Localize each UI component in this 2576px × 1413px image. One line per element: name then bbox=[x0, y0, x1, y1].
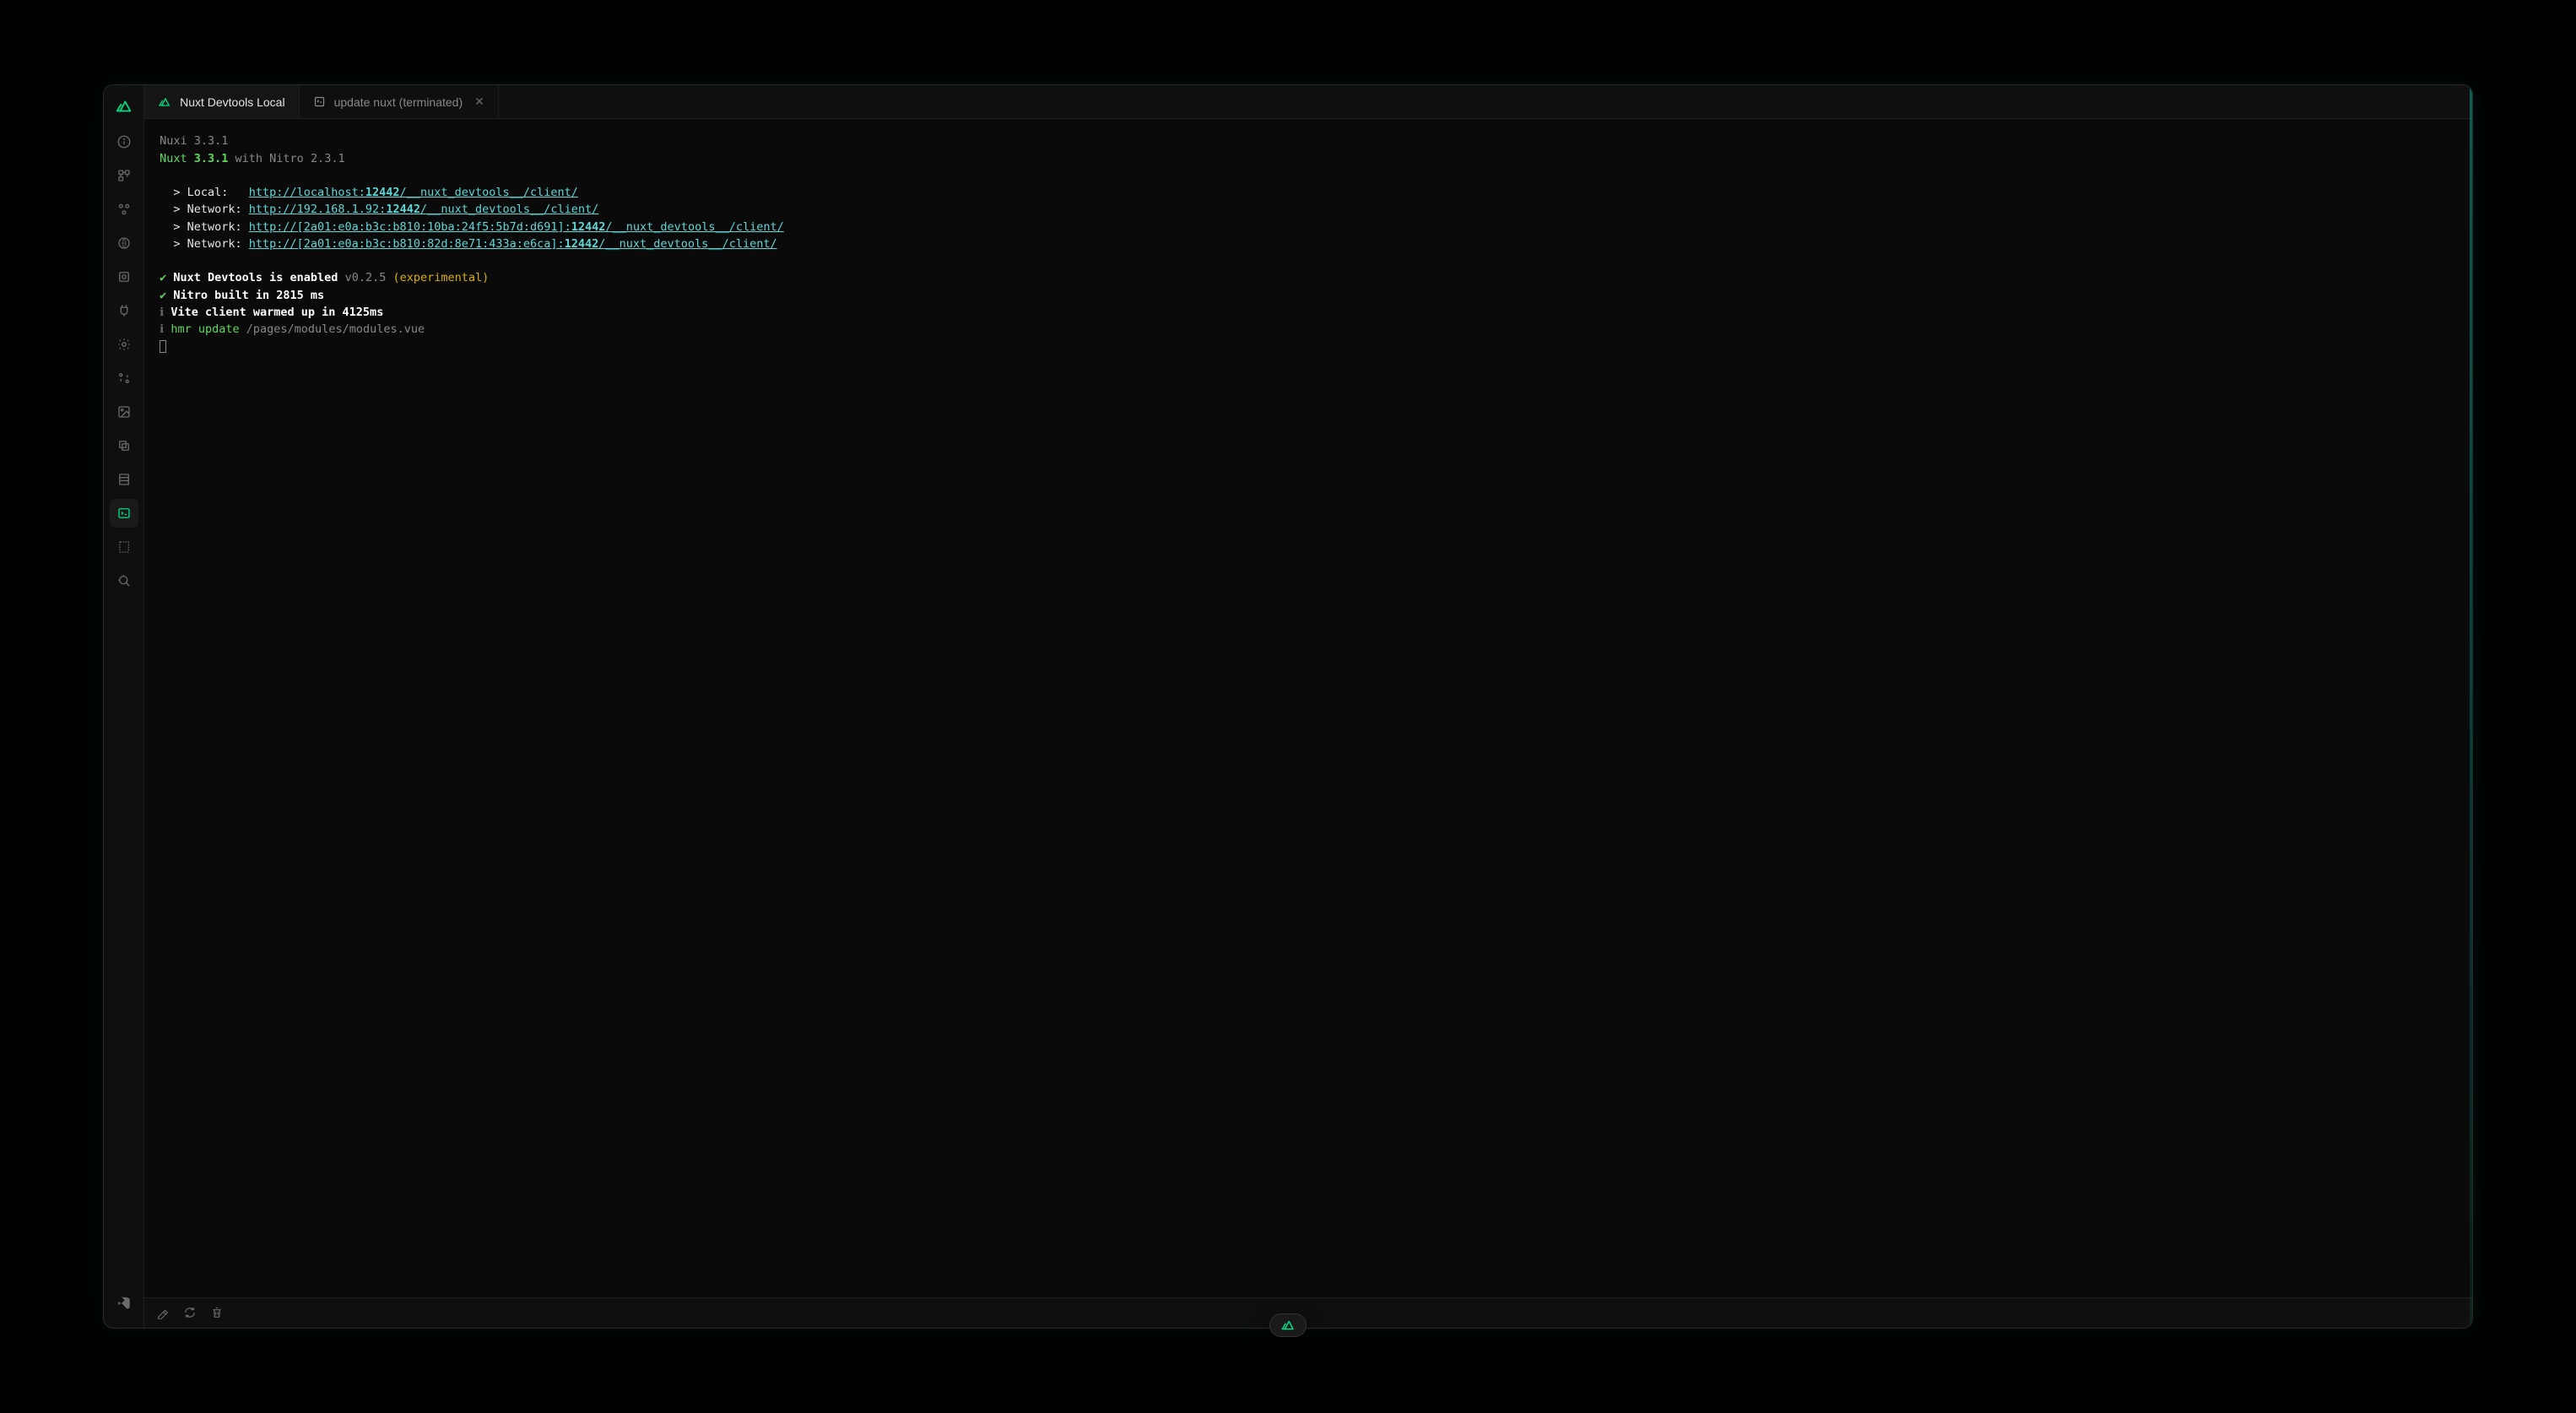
terminal-line: ℹ hmr update /pages/modules/modules.vue bbox=[160, 321, 2457, 338]
sidebar-assets[interactable] bbox=[110, 398, 138, 426]
sidebar-pages[interactable] bbox=[110, 161, 138, 190]
main-panel: Nuxt Devtools Local update nuxt (termina… bbox=[144, 85, 2472, 1327]
terminal-url-line: > Network: http://[2a01:e0a:b3c:b810:82d… bbox=[160, 236, 2457, 252]
sidebar-hooks[interactable] bbox=[110, 330, 138, 359]
terminal-url-line: > Network: http://192.168.1.92:12442/__n… bbox=[160, 201, 2457, 218]
sidebar-virtual-files[interactable] bbox=[110, 533, 138, 561]
terminal-url-line: > Network: http://[2a01:e0a:b3c:b810:10b… bbox=[160, 219, 2457, 236]
sidebar-info[interactable] bbox=[110, 127, 138, 156]
terminal-url-line: > Local: http://localhost:12442/__nuxt_d… bbox=[160, 184, 2457, 201]
terminal-square-icon bbox=[313, 95, 326, 108]
url-link[interactable]: http://[2a01:e0a:b3c:b810:82d:8e71:433a:… bbox=[249, 237, 777, 251]
sidebar-payload[interactable] bbox=[110, 364, 138, 392]
tabs-bar: Nuxt Devtools Local update nuxt (termina… bbox=[144, 85, 2472, 119]
nuxt-floating-badge[interactable] bbox=[1269, 1313, 1307, 1337]
terminal-footer bbox=[144, 1297, 2472, 1328]
tab-nuxt-devtools-local[interactable]: Nuxt Devtools Local bbox=[144, 85, 300, 118]
sidebar-plugins[interactable] bbox=[110, 296, 138, 325]
terminal-cursor bbox=[160, 338, 2457, 355]
tab-update-nuxt[interactable]: update nuxt (terminated) ✕ bbox=[300, 85, 499, 118]
tab-label: update nuxt (terminated) bbox=[334, 95, 463, 109]
terminal-line: Nuxt 3.3.1 with Nitro 2.3.1 bbox=[160, 150, 2457, 167]
terminal-line: Nuxi 3.3.1 bbox=[160, 133, 2457, 149]
sidebar-terminals[interactable] bbox=[110, 499, 138, 528]
sidebar-vscode[interactable] bbox=[110, 1289, 138, 1318]
devtools-frame: Nuxt Devtools Local update nuxt (termina… bbox=[103, 84, 2473, 1328]
nuxt-logo[interactable] bbox=[115, 97, 133, 116]
terminal-output[interactable]: Nuxi 3.3.1 Nuxt 3.3.1 with Nitro 2.3.1 >… bbox=[144, 119, 2472, 1297]
sidebar-inspect[interactable] bbox=[110, 566, 138, 595]
clear-icon[interactable] bbox=[156, 1306, 170, 1319]
terminal-line: ✔ Nitro built in 2815 ms bbox=[160, 287, 2457, 304]
url-link[interactable]: http://192.168.1.92:12442/__nuxt_devtool… bbox=[249, 203, 599, 216]
nuxt-icon bbox=[158, 95, 171, 109]
sidebar-runtime[interactable] bbox=[110, 431, 138, 460]
sidebar bbox=[104, 85, 144, 1327]
refresh-icon[interactable] bbox=[183, 1306, 197, 1319]
sidebar-modules[interactable] bbox=[110, 263, 138, 291]
sidebar-components[interactable] bbox=[110, 195, 138, 224]
tab-label: Nuxt Devtools Local bbox=[180, 95, 285, 109]
sidebar-storage[interactable] bbox=[110, 465, 138, 494]
nuxt-icon bbox=[1280, 1318, 1296, 1333]
terminal-line: ✔ Nuxt Devtools is enabled v0.2.5 (exper… bbox=[160, 269, 2457, 286]
close-icon[interactable]: ✕ bbox=[474, 95, 484, 109]
url-link[interactable]: http://localhost:12442/__nuxt_devtools__… bbox=[249, 186, 578, 199]
trash-icon[interactable] bbox=[210, 1306, 224, 1319]
sidebar-imports[interactable] bbox=[110, 229, 138, 257]
terminal-line: ℹ Vite client warmed up in 4125ms bbox=[160, 304, 2457, 321]
url-link[interactable]: http://[2a01:e0a:b3c:b810:10ba:24f5:5b7d… bbox=[249, 220, 784, 234]
